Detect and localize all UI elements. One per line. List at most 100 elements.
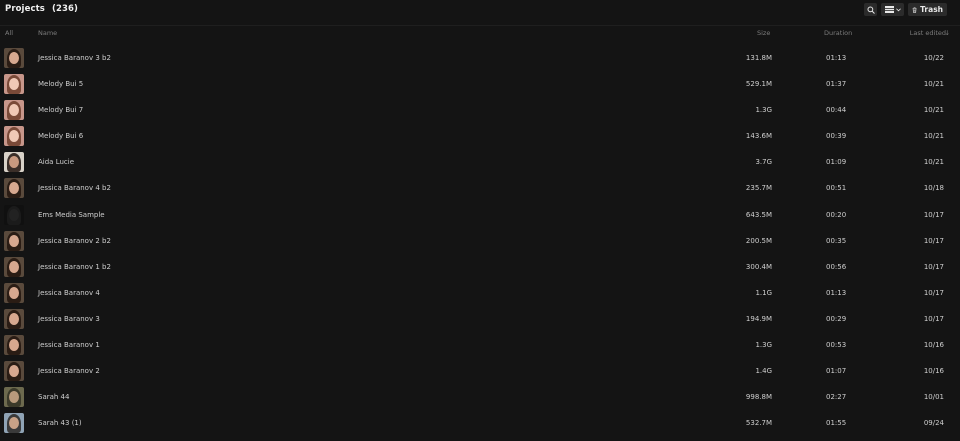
project-row[interactable]: Aida Lucie 3.7G 01:09 10/21: [0, 149, 960, 175]
project-duration: 00:39: [826, 132, 847, 141]
project-name: Aida Lucie: [38, 158, 75, 167]
project-name: Melody Bui 5: [38, 80, 84, 89]
thumbnail-face-shape: [9, 339, 19, 352]
top-bar: Projects (236) Trash: [0, 0, 960, 20]
project-row[interactable]: Jessica Baranov 1 b2 300.4M 00:56 10/17: [0, 254, 960, 280]
project-thumbnail[interactable]: [4, 308, 24, 329]
trash-label: Trash: [920, 5, 943, 14]
column-header: All Name Size Duration Last edited ↓: [0, 27, 960, 39]
column-last-edited[interactable]: Last edited: [910, 29, 946, 37]
project-last-edited: 10/16: [923, 341, 944, 350]
thumbnail-face-shape: [9, 78, 19, 91]
project-thumbnail[interactable]: [4, 204, 24, 225]
project-size: 3.7G: [755, 158, 772, 167]
project-count: (236): [51, 4, 78, 14]
project-thumbnail[interactable]: [4, 152, 24, 173]
trash-icon: [912, 6, 917, 13]
list-view-icon: [884, 6, 894, 13]
project-last-edited: 10/17: [923, 314, 944, 323]
project-last-edited: 10/21: [923, 132, 944, 141]
project-thumbnail[interactable]: [4, 361, 24, 382]
project-name: Jessica Baranov 2: [38, 367, 100, 376]
project-duration: 01:07: [826, 367, 847, 376]
thumbnail-face-shape: [9, 234, 19, 247]
project-row[interactable]: Jessica Baranov 2 b2 200.5M 00:35 10/17: [0, 228, 960, 254]
project-thumbnail[interactable]: [4, 335, 24, 356]
project-size: 529.1M: [745, 80, 772, 89]
view-mode-button[interactable]: [881, 3, 904, 16]
project-thumbnail[interactable]: [4, 126, 24, 147]
project-row[interactable]: Jessica Baranov 1 1.3G 00:53 10/16: [0, 332, 960, 358]
project-last-edited: 10/17: [923, 262, 944, 271]
project-last-edited: 10/17: [923, 210, 944, 219]
column-duration[interactable]: Duration: [824, 29, 852, 37]
project-thumbnail[interactable]: [4, 387, 24, 408]
project-row[interactable]: Sarah 43 (1) 532.7M 01:55 09/24: [0, 410, 960, 436]
project-duration: 01:09: [826, 158, 847, 167]
column-all[interactable]: All: [5, 29, 13, 37]
project-last-edited: 10/21: [923, 80, 944, 89]
project-name: Jessica Baranov 1 b2: [38, 262, 111, 271]
project-row[interactable]: Melody Bui 5 529.1M 01:37 10/21: [0, 71, 960, 97]
project-duration: 01:13: [826, 288, 847, 297]
thumbnail-face-shape: [9, 52, 19, 64]
project-last-edited: 10/01: [923, 393, 944, 402]
thumbnail-face-shape: [9, 286, 19, 299]
project-thumbnail[interactable]: [4, 230, 24, 251]
project-thumbnail[interactable]: [4, 282, 24, 303]
header-divider: [0, 25, 960, 26]
project-row[interactable]: Jessica Baranov 3 b2 131.8M 01:13 10/22: [0, 45, 960, 71]
project-duration: 02:27: [826, 393, 847, 402]
sort-descending-icon[interactable]: ↓: [945, 29, 950, 37]
project-name: Jessica Baranov 3 b2: [38, 54, 111, 62]
project-row[interactable]: Jessica Baranov 2 1.4G 01:07 10/16: [0, 358, 960, 384]
project-row[interactable]: Sarah 44 998.8M 02:27 10/01: [0, 384, 960, 410]
thumbnail-face-shape: [9, 208, 19, 221]
project-name: Jessica Baranov 4: [38, 288, 100, 297]
project-row[interactable]: Jessica Baranov 3 194.9M 00:29 10/17: [0, 306, 960, 332]
project-thumbnail[interactable]: [4, 178, 24, 199]
project-name: Ems Media Sample: [38, 210, 105, 219]
project-size: 194.9M: [745, 314, 772, 323]
project-size: 131.8M: [745, 54, 772, 62]
project-last-edited: 10/17: [923, 236, 944, 245]
project-name: Melody Bui 6: [38, 132, 84, 141]
project-size: 998.8M: [745, 393, 772, 402]
project-duration: 00:53: [826, 341, 847, 350]
project-name: Jessica Baranov 3: [38, 314, 100, 323]
project-last-edited: 10/22: [923, 54, 944, 62]
project-duration: 01:13: [826, 54, 847, 62]
trash-button[interactable]: Trash: [908, 3, 947, 16]
project-name: Jessica Baranov 2 b2: [38, 236, 111, 245]
project-row[interactable]: Melody Bui 7 1.3G 00:44 10/21: [0, 97, 960, 123]
column-name[interactable]: Name: [38, 29, 57, 37]
column-size[interactable]: Size: [757, 29, 770, 37]
project-size: 1.1G: [755, 288, 772, 297]
project-duration: 00:51: [826, 184, 847, 193]
project-row[interactable]: Melody Bui 6 143.6M 00:39 10/21: [0, 123, 960, 149]
project-duration: 00:44: [826, 106, 847, 115]
project-row[interactable]: Jessica Baranov 4 1.1G 01:13 10/17: [0, 280, 960, 306]
toolbar: Trash: [864, 3, 947, 16]
project-last-edited: 10/21: [923, 106, 944, 115]
project-list: Jessica Baranov 3 b2 131.8M 01:13 10/22 Melo…: [0, 45, 960, 436]
search-button[interactable]: [864, 3, 877, 16]
search-icon: [866, 5, 875, 14]
project-name: Melody Bui 7: [38, 106, 84, 115]
project-thumbnail[interactable]: [4, 74, 24, 95]
project-size: 1.3G: [755, 341, 772, 350]
thumbnail-face-shape: [9, 260, 19, 273]
project-last-edited: 10/18: [923, 184, 944, 193]
project-thumbnail[interactable]: [4, 100, 24, 121]
project-thumbnail[interactable]: [4, 256, 24, 277]
page-title-text: Projects: [5, 4, 45, 14]
project-row[interactable]: Jessica Baranov 4 b2 235.7M 00:51 10/18: [0, 175, 960, 201]
project-size: 1.4G: [755, 367, 772, 376]
project-size: 300.4M: [745, 262, 772, 271]
project-thumbnail[interactable]: [4, 48, 24, 68]
project-row[interactable]: Ems Media Sample 643.5M 00:20 10/17: [0, 202, 960, 228]
project-last-edited: 10/17: [923, 288, 944, 297]
project-duration: 00:20: [826, 210, 847, 219]
project-thumbnail[interactable]: [4, 413, 24, 434]
project-size: 532.7M: [745, 419, 772, 428]
